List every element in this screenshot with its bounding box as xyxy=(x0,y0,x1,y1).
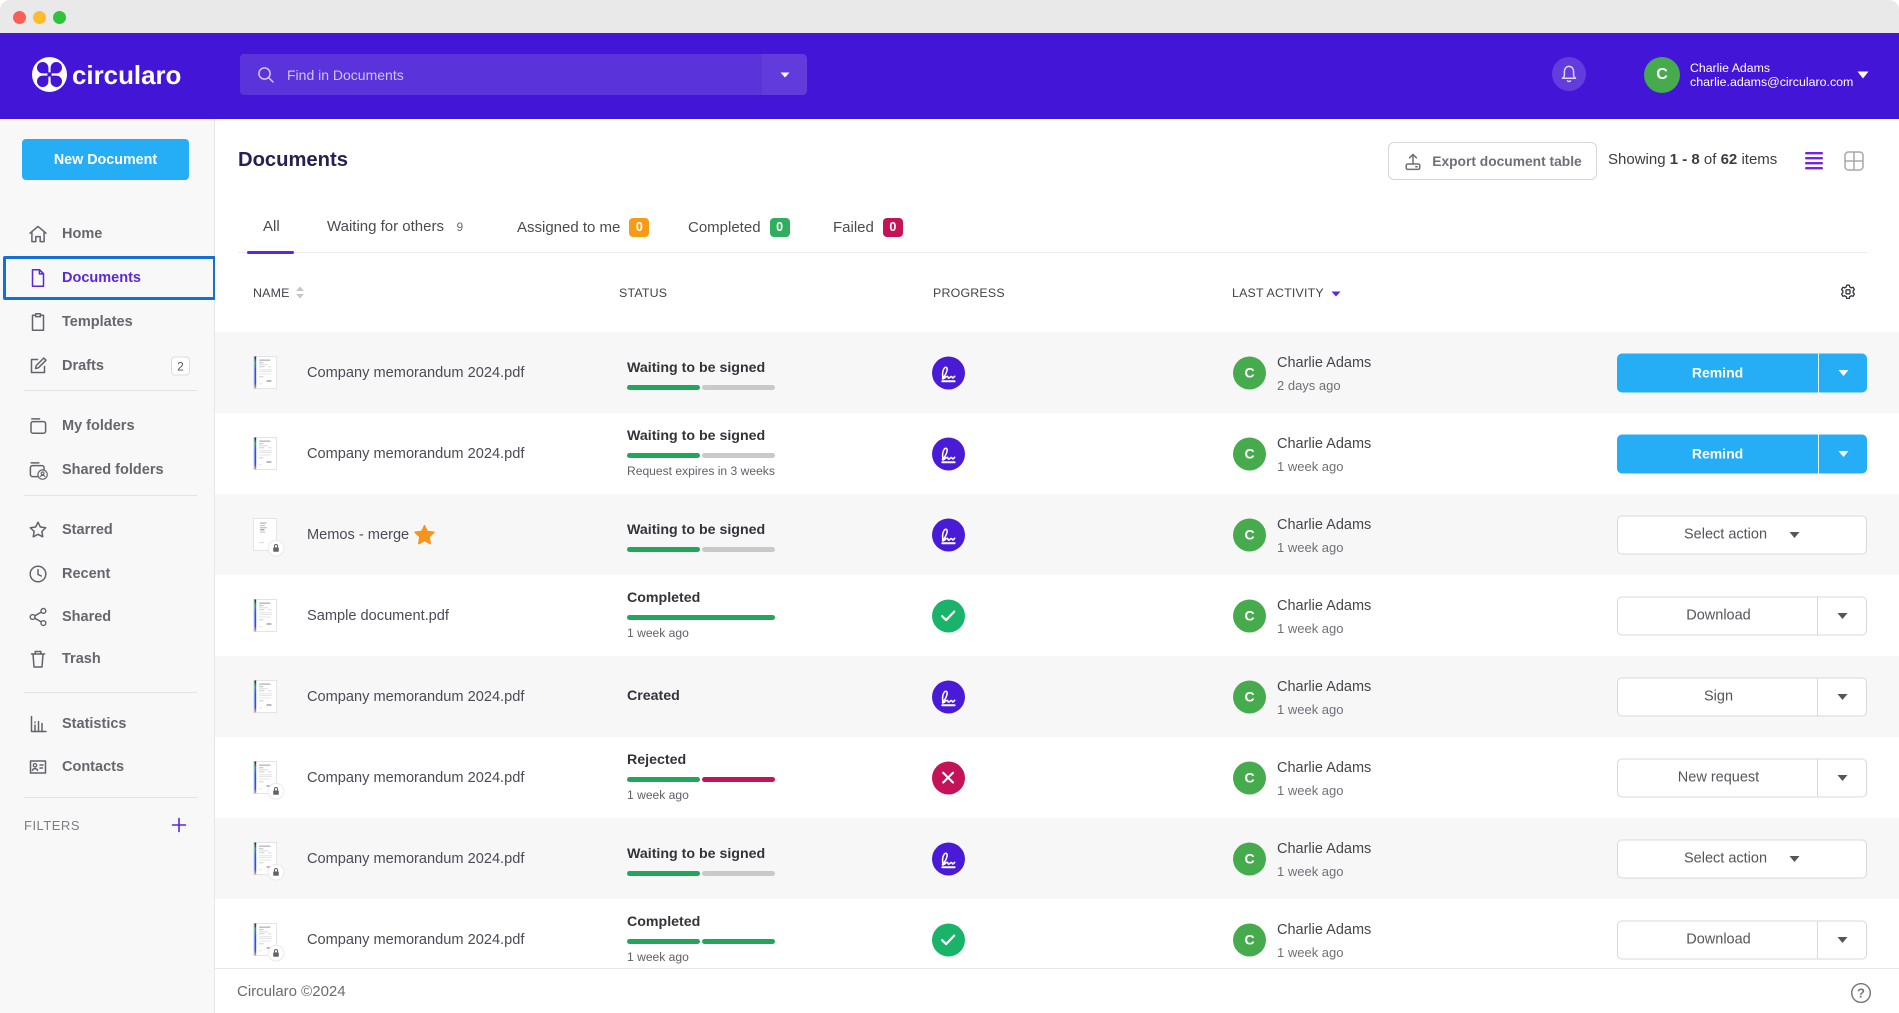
svg-text:?: ? xyxy=(1857,986,1865,1001)
